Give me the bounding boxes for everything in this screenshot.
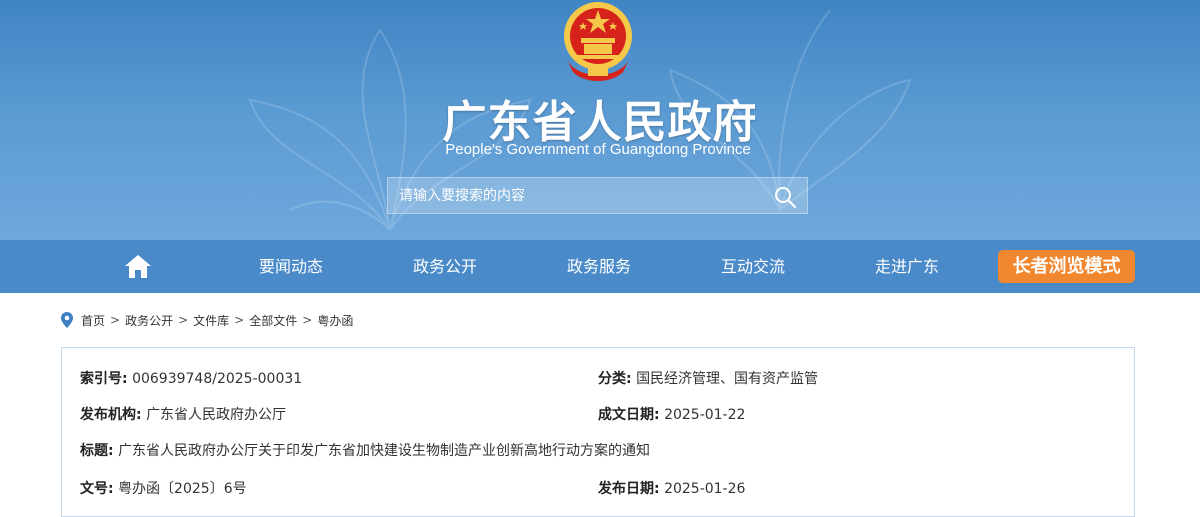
breadcrumb-separator: > <box>234 313 245 327</box>
header-banner: 广东省人民政府 People's Government of Guangdong… <box>0 0 1200 240</box>
location-pin-icon <box>61 312 73 328</box>
site-subtitle: People's Government of Guangdong Provinc… <box>445 141 751 158</box>
category-row: 分类: 国民经济管理、国有资产监管 <box>598 368 818 388</box>
nav-item-gov-affairs[interactable]: 政务公开 <box>413 240 477 293</box>
breadcrumb-home[interactable]: 首页 <box>81 312 105 329</box>
category-value: 国民经济管理、国有资产监管 <box>636 371 819 387</box>
breadcrumb-all-documents[interactable]: 全部文件 <box>249 312 297 329</box>
breadcrumb-gov-affairs[interactable]: 政务公开 <box>125 312 173 329</box>
nav-item-news[interactable]: 要闻动态 <box>259 240 323 293</box>
national-emblem-icon <box>564 2 632 81</box>
search-icon[interactable] <box>773 185 797 209</box>
search-box <box>387 177 808 214</box>
doc-number-row: 文号: 粤办函〔2025〕6号 <box>80 478 247 498</box>
breadcrumb-document-library[interactable]: 文件库 <box>193 312 229 329</box>
category-label: 分类: <box>598 371 632 387</box>
index-number-row: 索引号: 006939748/2025-00031 <box>80 368 302 388</box>
home-icon[interactable] <box>124 253 152 279</box>
index-number-value: 006939748/2025-00031 <box>132 371 303 387</box>
breadcrumb: 首页 > 政务公开 > 文件库 > 全部文件 > 粤办函 <box>61 310 353 330</box>
breadcrumb-separator: > <box>302 313 313 327</box>
doc-number-label: 文号: <box>80 481 114 497</box>
document-info-box: 索引号: 006939748/2025-00031 分类: 国民经济管理、国有资… <box>61 347 1135 517</box>
written-date-value: 2025-01-22 <box>664 407 746 423</box>
publisher-row: 发布机构: 广东省人民政府办公厅 <box>80 404 286 424</box>
nav-item-gov-services[interactable]: 政务服务 <box>567 240 631 293</box>
doc-number-value: 粤办函〔2025〕6号 <box>118 481 247 497</box>
nav-item-about-guangdong[interactable]: 走进广东 <box>875 240 939 293</box>
breadcrumb-current[interactable]: 粤办函 <box>317 312 353 329</box>
nav-item-interaction[interactable]: 互动交流 <box>721 240 785 293</box>
doc-title-value: 广东省人民政府办公厅关于印发广东省加快建设生物制造产业创新高地行动方案的通知 <box>118 443 651 459</box>
publish-date-label: 发布日期: <box>598 481 660 497</box>
publish-date-value: 2025-01-26 <box>664 481 746 497</box>
doc-title-label: 标题: <box>80 443 114 459</box>
breadcrumb-separator: > <box>110 313 121 327</box>
written-date-label: 成文日期: <box>598 407 660 423</box>
search-input[interactable] <box>388 178 758 213</box>
publish-date-row: 发布日期: 2025-01-26 <box>598 478 745 498</box>
elder-mode-button[interactable]: 长者浏览模式 <box>998 250 1135 283</box>
written-date-row: 成文日期: 2025-01-22 <box>598 404 745 424</box>
publisher-value: 广东省人民政府办公厅 <box>146 407 287 423</box>
publisher-label: 发布机构: <box>80 407 142 423</box>
breadcrumb-separator: > <box>178 313 189 327</box>
index-number-label: 索引号: <box>80 371 128 387</box>
title-row: 标题: 广东省人民政府办公厅关于印发广东省加快建设生物制造产业创新高地行动方案的… <box>80 440 650 460</box>
